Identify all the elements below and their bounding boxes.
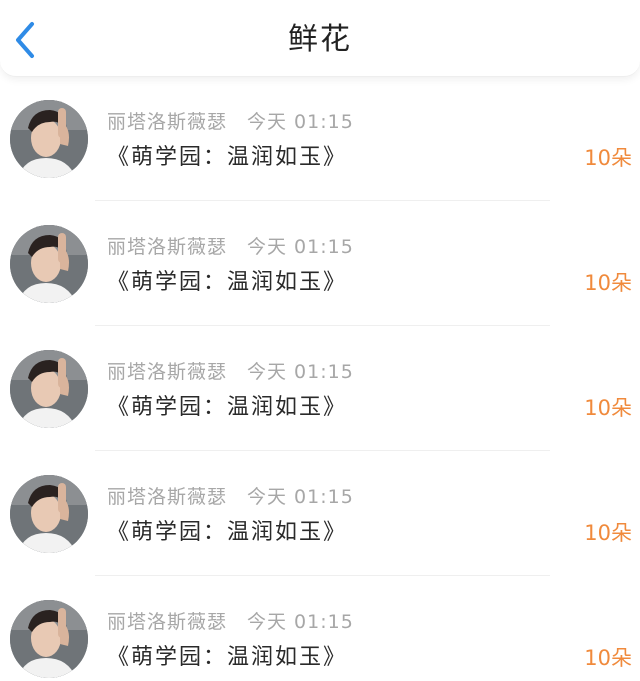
flower-count: 10朵 [584,146,632,170]
username: 丽塔洛斯薇瑟 [107,361,228,383]
list-item[interactable]: 丽塔洛斯薇瑟 今天 01:15 《萌学园：温润如玉》 10朵 [0,201,640,326]
record-title: 《萌学园：温润如玉》 [107,395,348,420]
record-title: 《萌学园：温润如玉》 [107,520,348,545]
list-item[interactable]: 丽塔洛斯薇瑟 今天 01:15 《萌学园：温润如玉》 10朵 [0,451,640,576]
list-item[interactable]: 丽塔洛斯薇瑟 今天 01:15 《萌学园：温润如玉》 10朵 [0,76,640,201]
user-avatar[interactable] [10,475,88,553]
flower-count: 10朵 [584,396,632,420]
username: 丽塔洛斯薇瑟 [107,611,228,633]
flower-records-screen: 鲜花 丽塔洛斯薇瑟 今天 01:15 《萌学园：温润如玉》 10朵 丽塔洛斯薇瑟… [0,0,640,681]
record-meta: 丽塔洛斯薇瑟 今天 01:15 [107,109,354,135]
user-avatar[interactable] [10,600,88,678]
timestamp: 今天 01:15 [247,236,354,258]
record-title: 《萌学园：温润如玉》 [107,645,348,670]
user-avatar[interactable] [10,350,88,428]
top-nav-bar: 鲜花 [0,0,640,77]
record-meta: 丽塔洛斯薇瑟 今天 01:15 [107,359,354,385]
record-meta: 丽塔洛斯薇瑟 今天 01:15 [107,234,354,260]
user-avatar[interactable] [10,225,88,303]
username: 丽塔洛斯薇瑟 [107,111,228,133]
flower-count: 10朵 [584,521,632,545]
flower-count: 10朵 [584,271,632,295]
timestamp: 今天 01:15 [247,111,354,133]
record-meta: 丽塔洛斯薇瑟 今天 01:15 [107,609,354,635]
list-item[interactable]: 丽塔洛斯薇瑟 今天 01:15 《萌学园：温润如玉》 10朵 [0,326,640,451]
flower-count: 10朵 [584,646,632,670]
timestamp: 今天 01:15 [247,486,354,508]
flower-record-list: 丽塔洛斯薇瑟今天 01:15 《萌学园：温润如玉》 10朵 丽塔洛斯薇瑟今天 [0,76,640,681]
record-title: 《萌学园：温润如玉》 [107,270,348,295]
user-avatar[interactable] [10,100,88,178]
username: 丽塔洛斯薇瑟 [107,236,228,258]
timestamp: 今天 01:15 [247,611,354,633]
list-item[interactable]: 丽塔洛斯薇瑟 今天 01:15 《萌学园：温润如玉》 10朵 [0,576,640,681]
username: 丽塔洛斯薇瑟 [107,486,228,508]
record-title: 《萌学园：温润如玉》 [107,145,348,170]
page-title: 鲜花 [288,22,352,57]
record-meta: 丽塔洛斯薇瑟 今天 01:15 [107,484,354,510]
timestamp: 今天 01:15 [247,361,354,383]
